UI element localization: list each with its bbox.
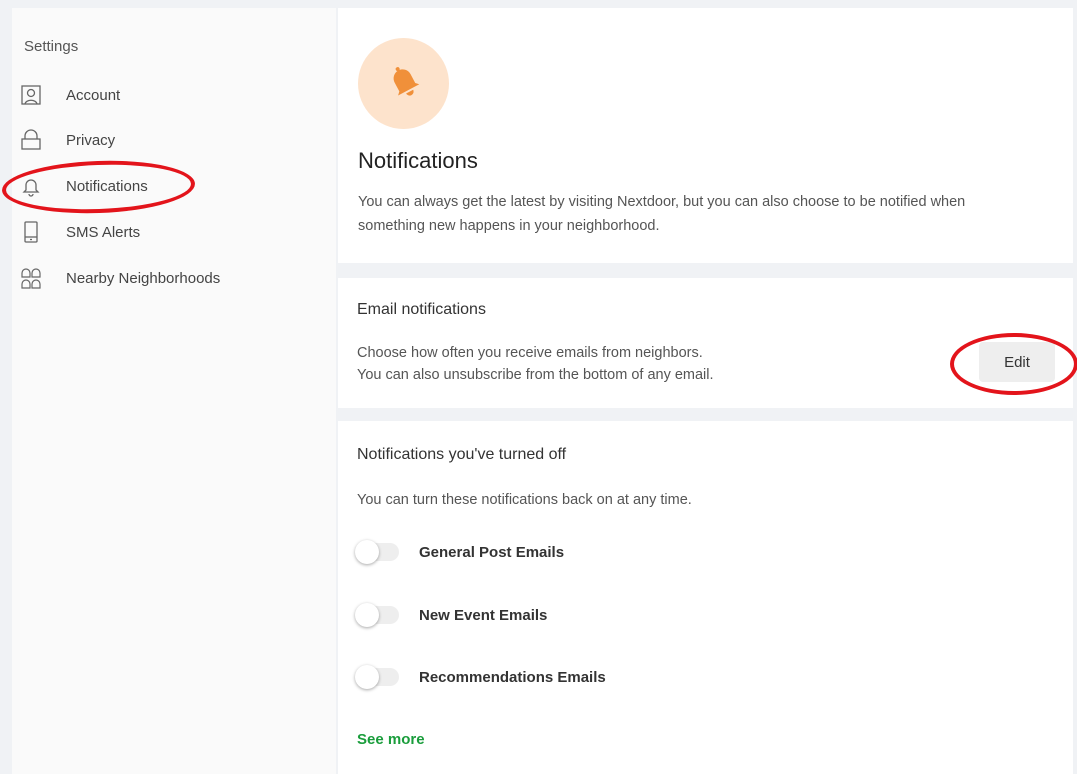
sidebar-item-label: SMS Alerts [66,223,141,241]
toggle-knob [355,665,379,689]
toggle-label: New Event Emails [419,606,548,624]
toggle-row-general-post-emails: General Post Emails [355,537,957,567]
email-notifications-line2: You can also unsubscribe from the bottom… [357,367,714,383]
sidebar-item-notifications[interactable]: Notifications [20,171,320,201]
sidebar-item-label: Nearby Neighborhoods [66,269,221,287]
toggle-knob [355,540,379,564]
lock-icon [20,129,42,151]
new-event-emails-toggle[interactable] [355,603,399,627]
sidebar-item-privacy[interactable]: Privacy [20,125,320,155]
bell-icon [20,175,42,197]
page-description: You can always get the latest by visitin… [358,194,966,234]
turned-off-description: You can turn these notifications back on… [357,492,692,508]
sidebar-item-label: Notifications [66,177,148,195]
settings-page: Settings Account Privacy Notifications S… [0,0,1077,774]
edit-button[interactable]: Edit [979,342,1055,382]
bell-icon [386,63,422,104]
neighborhoods-icon [20,267,42,289]
sidebar-item-label: Account [66,86,121,104]
email-notifications-title: Email notifications [357,301,486,318]
email-notifications-line1: Choose how often you receive emails from… [357,345,703,361]
see-more-link[interactable]: See more [357,731,425,748]
page-title: Notifications [358,148,478,173]
hero-icon-circle [358,38,449,129]
toggle-row-new-event-emails: New Event Emails [355,600,957,630]
sidebar-item-sms-alerts[interactable]: SMS Alerts [20,217,320,247]
toggle-label: General Post Emails [419,543,565,561]
email-notifications-card: Email notifications Choose how often you… [338,278,1073,408]
sidebar-heading: Settings [24,38,79,55]
turned-off-title: Notifications you've turned off [357,446,567,463]
settings-sidebar: Settings Account Privacy Notifications S… [12,8,336,774]
toggle-knob [355,603,379,627]
turned-off-notifications-card: Notifications you've turned off You can … [338,421,1073,774]
sidebar-item-nearby-neighborhoods[interactable]: Nearby Neighborhoods [20,263,320,293]
recommendations-emails-toggle[interactable] [355,665,399,689]
toggle-row-recommendations-emails: Recommendations Emails [355,662,957,692]
phone-icon [20,221,42,243]
notifications-header-card: Notifications You can always get the lat… [338,8,1073,263]
account-icon [20,84,42,106]
sidebar-item-account[interactable]: Account [20,80,320,110]
toggle-label: Recommendations Emails [419,668,606,686]
sidebar-item-label: Privacy [66,131,116,149]
general-post-emails-toggle[interactable] [355,540,399,564]
